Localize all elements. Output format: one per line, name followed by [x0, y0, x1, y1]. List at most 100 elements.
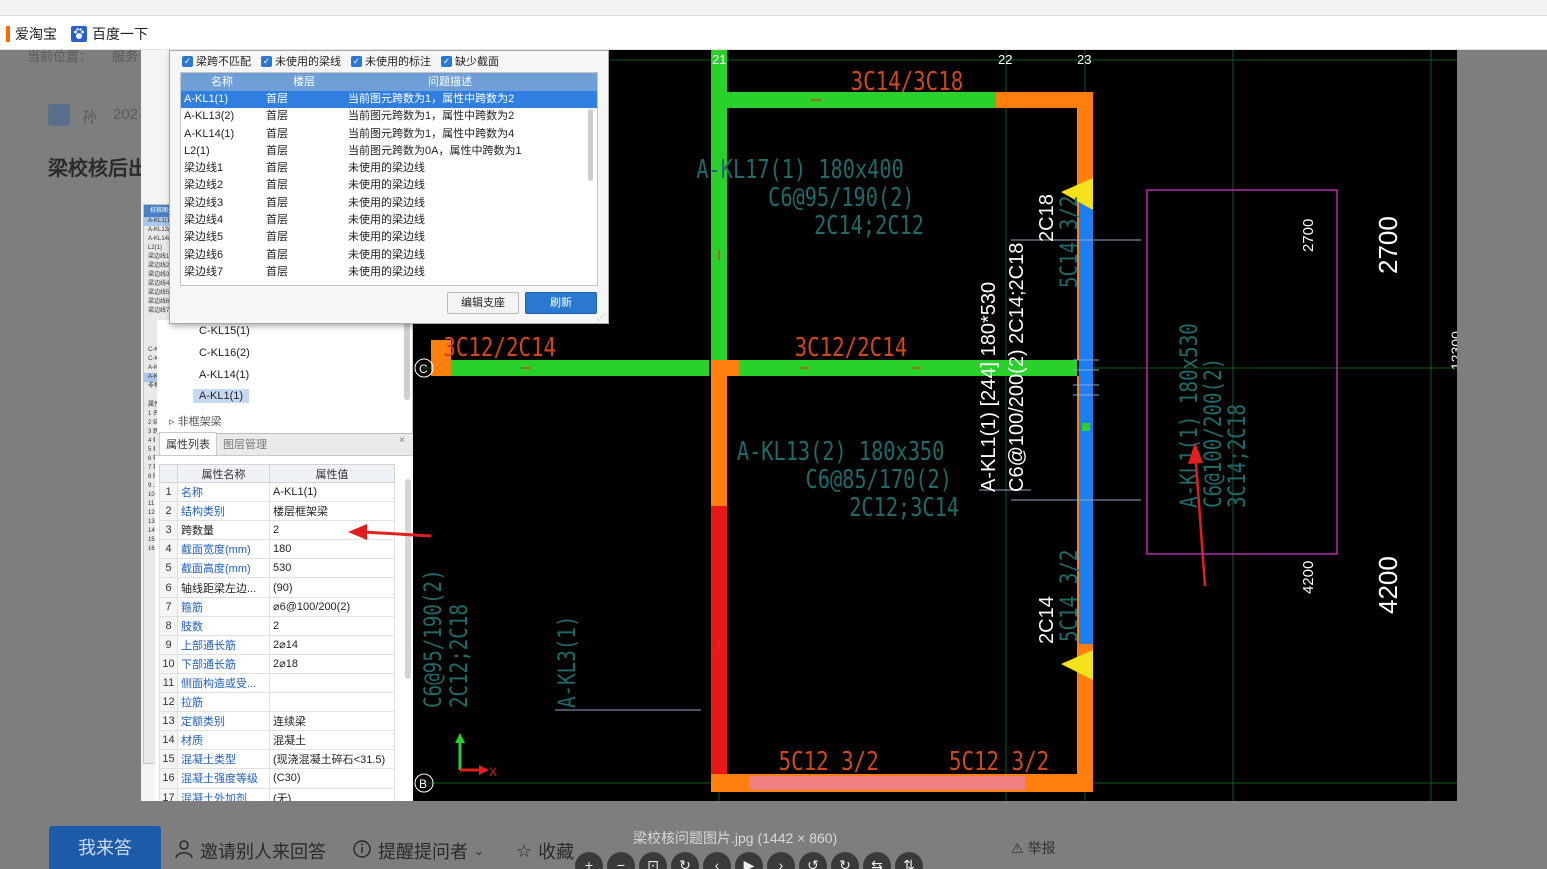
- browser-tab-strip: [0, 0, 1547, 16]
- property-value[interactable]: 楼层框架梁: [269, 501, 395, 522]
- property-value[interactable]: 2: [269, 615, 395, 636]
- problem-row[interactable]: A-KL14(1) 首层 当前图元跨数为1，属性中跨数为4: [181, 126, 597, 143]
- problem-name: 梁边线6: [184, 248, 224, 261]
- property-row[interactable]: 4 截面宽度(mm) 180: [159, 539, 395, 560]
- property-row[interactable]: 15 混凝土类型 (现浇混凝土碎石<31.5): [159, 749, 395, 770]
- breadcrumb-item[interactable]: 服务: [112, 46, 138, 65]
- properties-scrollbar[interactable]: [405, 479, 411, 679]
- actual-size-icon[interactable]: ⊡: [639, 852, 667, 869]
- avatar[interactable]: [48, 104, 70, 126]
- problem-row[interactable]: L2(1) 首层 当前图元跨数为0A，属性中跨数为1: [181, 143, 597, 160]
- property-value[interactable]: (现浇混凝土碎石<31.5): [269, 749, 395, 770]
- report-button[interactable]: ⚠ 举报: [1011, 838, 1055, 858]
- problem-list-scrollbar[interactable]: [588, 109, 593, 181]
- beam-grip[interactable]: [1082, 423, 1090, 431]
- favorite-button[interactable]: ☆ 收藏: [516, 838, 574, 864]
- tree-group-expander[interactable]: ▹ 非框架梁: [169, 413, 222, 429]
- remind-asker-button[interactable]: 提醒提问者 ⌄: [352, 838, 484, 864]
- problem-row[interactable]: 梁边线7 首层 未使用的梁边线: [181, 264, 597, 281]
- filter-checkbox[interactable]: ✓ 缺少截面: [441, 53, 499, 69]
- property-value[interactable]: 混凝土: [269, 730, 395, 751]
- property-row[interactable]: 16 混凝土强度等级 (C30): [159, 768, 395, 789]
- property-row[interactable]: 3 跨数量 2: [159, 520, 395, 541]
- rotate-right-icon[interactable]: ↻: [831, 852, 859, 869]
- property-value[interactable]: A-KL1(1): [269, 481, 395, 503]
- row-number: 4: [159, 539, 178, 560]
- property-value[interactable]: (C30): [269, 768, 395, 789]
- prev-icon[interactable]: ‹: [703, 852, 731, 869]
- property-value[interactable]: (90): [269, 577, 395, 598]
- beam-joint[interactable]: [711, 360, 739, 376]
- property-row[interactable]: 11 侧面构造或受...: [159, 672, 395, 694]
- problem-row[interactable]: 梁边线5 首层 未使用的梁边线: [181, 229, 597, 246]
- problem-row[interactable]: 梁边线3 首层 未使用的梁边线: [181, 195, 597, 212]
- filter-checkbox[interactable]: ✓ 梁跨不匹配: [182, 53, 251, 69]
- property-row[interactable]: 10 下部通长筋 2⌀18: [159, 653, 395, 674]
- property-row[interactable]: 6 轴线距梁左边... (90): [159, 577, 395, 598]
- zoom-out-icon[interactable]: −: [607, 852, 635, 869]
- invite-answer-button[interactable]: 邀请别人来回答: [174, 838, 326, 864]
- resize-grip-icon[interactable]: ⋰: [597, 313, 605, 322]
- property-row[interactable]: 9 上部通长筋 2⌀14: [159, 634, 395, 655]
- answer-button[interactable]: 我来答: [49, 826, 161, 869]
- beam-axis21-mid[interactable]: [711, 376, 727, 506]
- row-number: 13: [159, 711, 178, 732]
- property-row[interactable]: 8 肢数 2: [159, 615, 395, 636]
- bookmark-taobao[interactable]: 爱淘宝: [6, 24, 57, 44]
- property-row[interactable]: 12 拉筋: [159, 692, 395, 713]
- label-mid-left-rebar: 3C12/2C14: [443, 332, 556, 363]
- property-row[interactable]: 17 混凝土外加剂 (无): [159, 787, 395, 801]
- tree-item[interactable]: C-KL15(1): [199, 325, 250, 337]
- problem-row[interactable]: A-KL1(1) 首层 当前图元跨数为1，属性中跨数为2: [181, 91, 597, 109]
- property-value[interactable]: 连续梁: [269, 711, 395, 732]
- beam-bottom-pink[interactable]: [749, 776, 1025, 790]
- filter-checkbox[interactable]: ✓ 未使用的标注: [351, 53, 431, 69]
- property-row[interactable]: 14 材质 混凝土: [159, 730, 395, 751]
- property-value[interactable]: 530: [269, 558, 395, 579]
- property-value[interactable]: 2⌀18: [269, 653, 395, 674]
- zoom-in-icon[interactable]: +: [575, 852, 603, 869]
- rotate-left-icon[interactable]: ↺: [799, 852, 827, 869]
- bookmark-baidu[interactable]: 百度一下: [71, 24, 148, 44]
- close-icon[interactable]: ×: [399, 435, 405, 446]
- property-value[interactable]: [269, 692, 395, 713]
- tree-item-selected[interactable]: A-KL1(1): [193, 389, 250, 403]
- author-name[interactable]: 孙: [82, 106, 97, 127]
- problem-row[interactable]: 梁边线1 首层 未使用的梁边线: [181, 160, 597, 177]
- property-row[interactable]: 7 箍筋 ⌀6@100/200(2): [159, 596, 395, 617]
- property-value[interactable]: (无): [269, 787, 395, 801]
- property-value[interactable]: 2: [269, 520, 395, 541]
- property-row[interactable]: 13 定额类别 连续梁: [159, 711, 395, 732]
- row-number: 9: [159, 634, 178, 655]
- tree-scrollbar[interactable]: [404, 320, 410, 400]
- property-row[interactable]: 5 截面高度(mm) 530: [159, 558, 395, 579]
- label-bottom-left-rebar: 5C12 3/2: [779, 746, 879, 777]
- tree-item[interactable]: C-KL16(2): [199, 347, 250, 359]
- warning-icon: ⚠: [1011, 840, 1024, 856]
- flip-vertical-icon[interactable]: ⇅: [895, 852, 923, 869]
- property-row[interactable]: 1 名称 A-KL1(1): [159, 481, 395, 503]
- tab-layers[interactable]: 图层管理: [217, 433, 273, 455]
- rotate-icon[interactable]: ↻: [671, 852, 699, 869]
- next-icon[interactable]: ›: [767, 852, 795, 869]
- property-value[interactable]: [269, 672, 395, 694]
- property-value[interactable]: 2⌀14: [269, 634, 395, 655]
- refresh-button[interactable]: 刷新: [525, 292, 597, 314]
- flip-icon[interactable]: ⇆: [863, 852, 891, 869]
- property-value[interactable]: ⌀6@100/200(2): [269, 596, 395, 617]
- tab-properties[interactable]: 属性列表: [159, 432, 217, 455]
- edit-support-button[interactable]: 编辑支座: [447, 292, 519, 314]
- problem-row[interactable]: 梁边线6 首层 未使用的梁边线: [181, 247, 597, 264]
- problem-row[interactable]: 梁边线2 首层 未使用的梁边线: [181, 177, 597, 194]
- property-row[interactable]: 2 结构类别 楼层框架梁: [159, 501, 395, 522]
- remind-label: 提醒提问者: [378, 842, 468, 862]
- beam-top-orange[interactable]: [996, 92, 1091, 108]
- problem-row[interactable]: A-KL13(2) 首层 当前图元跨数为1，属性中跨数为2: [181, 108, 597, 125]
- tree-item[interactable]: A-KL14(1): [199, 369, 249, 381]
- property-value[interactable]: 180: [269, 539, 395, 560]
- problem-row[interactable]: 梁边线4 首层 未使用的梁边线: [181, 212, 597, 229]
- filter-checkbox[interactable]: ✓ 未使用的梁线: [261, 53, 341, 69]
- col-header-value: 属性值: [269, 464, 395, 483]
- property-name: 混凝土强度等级: [177, 768, 270, 789]
- play-icon[interactable]: ▶: [735, 852, 763, 869]
